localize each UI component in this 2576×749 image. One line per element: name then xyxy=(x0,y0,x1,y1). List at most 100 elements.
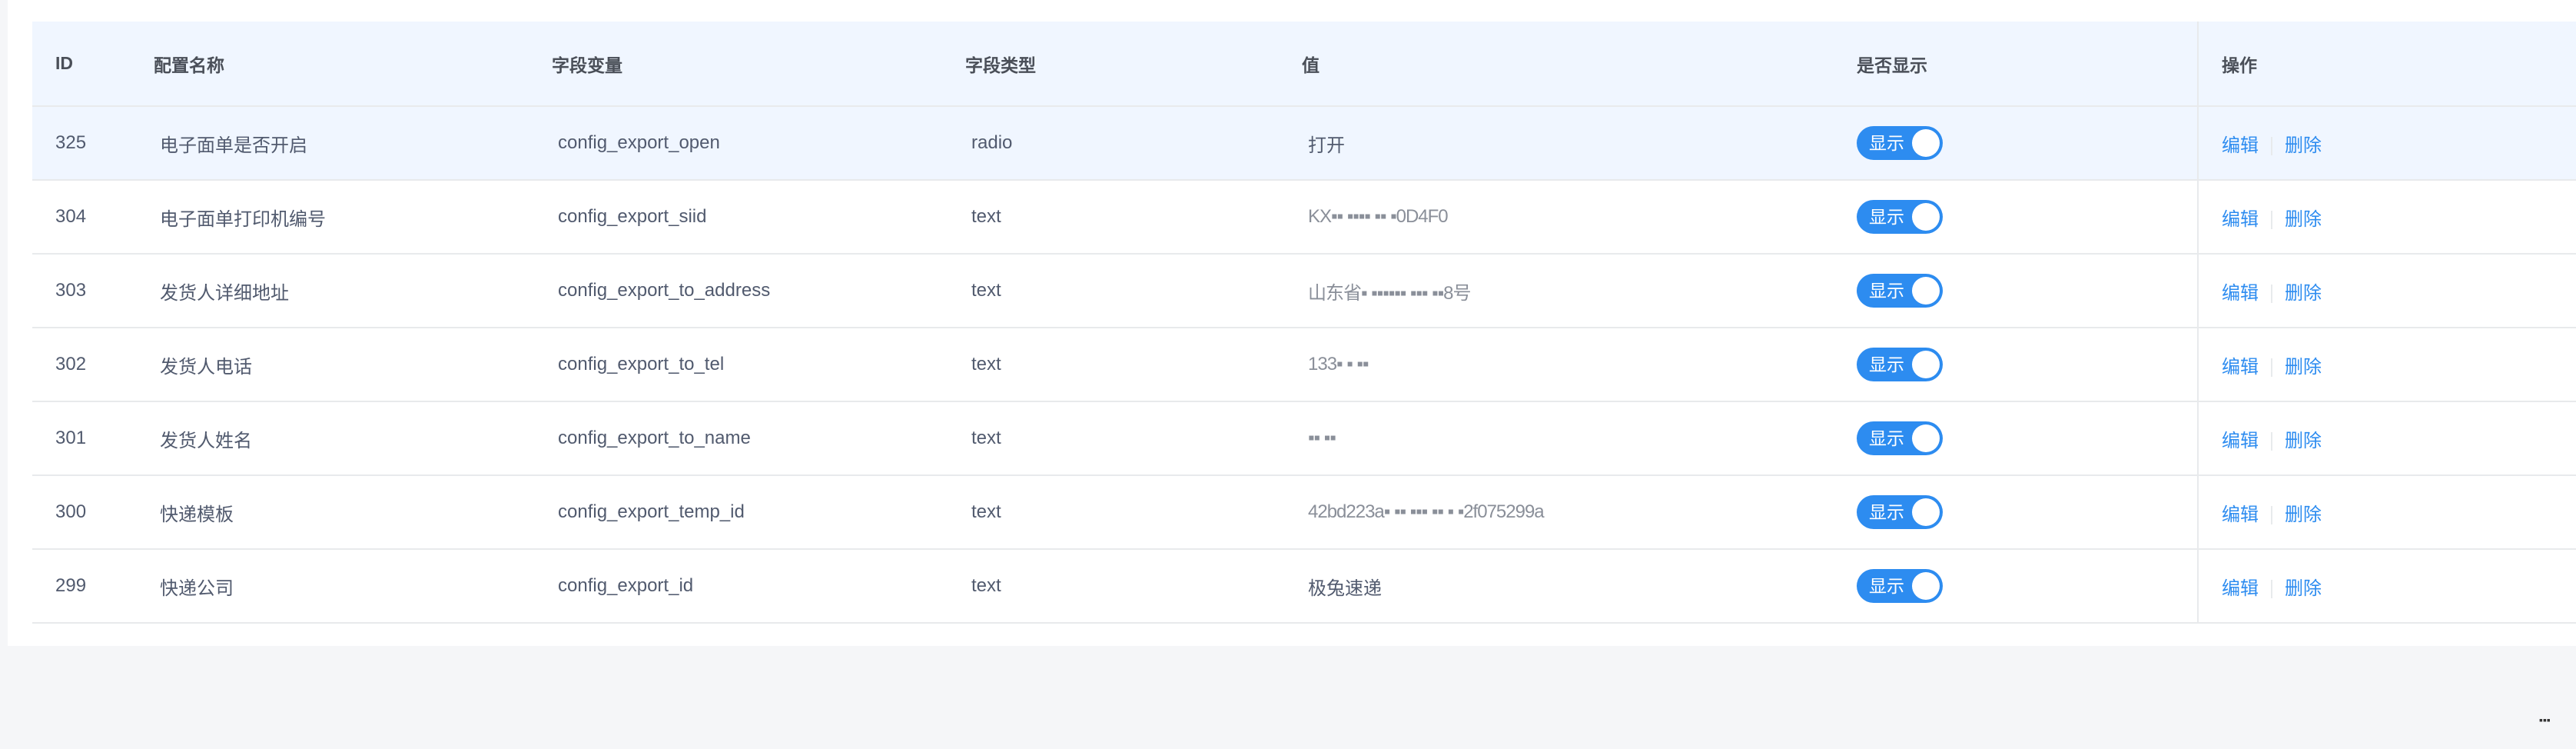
cell-var: config_export_id xyxy=(558,575,694,596)
toggle-label: 显示 xyxy=(1869,502,1904,522)
toggle-label: 显示 xyxy=(1869,133,1904,153)
cell-value: 打开 xyxy=(1308,135,1345,156)
show-toggle[interactable]: 显示 xyxy=(1857,274,1943,308)
delete-link[interactable]: 删除 xyxy=(2285,283,2322,304)
config-table: ID 配置名称 字段变量 字段类型 值 是否显示 操作 325 电子面单是否开启… xyxy=(32,22,2576,624)
divider xyxy=(2271,506,2272,525)
cell-operation: 编辑 删除 xyxy=(2197,254,2576,328)
divider xyxy=(2271,432,2272,451)
cell-value: KX▪▪ ▪▪▪▪ ▪▪ ▪0D4F0 xyxy=(1308,206,1449,227)
cell-name: 电子面单是否开启 xyxy=(160,135,307,156)
edit-link[interactable]: 编辑 xyxy=(2222,578,2259,599)
cell-var: config_export_to_name xyxy=(558,428,751,448)
header-show: 是否显示 xyxy=(1834,22,2198,107)
toggle-label: 显示 xyxy=(1869,281,1904,301)
cell-var: config_export_to_tel xyxy=(558,354,725,374)
cell-type: radio xyxy=(971,132,1013,153)
cell-var: config_export_siid xyxy=(558,206,707,227)
show-toggle[interactable]: 显示 xyxy=(1857,421,1943,455)
cell-show: 显示 xyxy=(1834,549,2198,623)
toggle-knob xyxy=(1912,424,1940,452)
cell-id: 301 xyxy=(55,428,87,448)
cell-operation: 编辑 删除 xyxy=(2197,549,2576,623)
cell-var: config_export_temp_id xyxy=(558,501,745,522)
cell-name: 发货人详细地址 xyxy=(160,282,289,304)
content-panel: ID 配置名称 字段变量 字段类型 值 是否显示 操作 325 电子面单是否开启… xyxy=(8,0,2576,646)
header-id: ID xyxy=(32,22,131,107)
show-toggle[interactable]: 显示 xyxy=(1857,348,1943,381)
table-row: 299 快递公司 config_export_id text 极兔速递 显示 编… xyxy=(32,549,2576,623)
toggle-knob xyxy=(1912,572,1940,600)
cell-operation: 编辑 删除 xyxy=(2197,328,2576,401)
cell-show: 显示 xyxy=(1834,180,2198,254)
edit-link[interactable]: 编辑 xyxy=(2222,504,2259,525)
edit-link[interactable]: 编辑 xyxy=(2222,209,2259,230)
cell-name: 电子面单打印机编号 xyxy=(160,208,326,230)
toggle-knob xyxy=(1912,129,1940,157)
config-table-wrapper: ID 配置名称 字段变量 字段类型 值 是否显示 操作 325 电子面单是否开启… xyxy=(32,22,2576,624)
cell-id: 302 xyxy=(55,354,87,374)
divider xyxy=(2271,285,2272,304)
toggle-knob xyxy=(1912,498,1940,526)
divider xyxy=(2271,580,2272,599)
cell-value: 山东省▪ ▪▪▪▪▪▪ ▪▪▪ ▪▪8号 xyxy=(1308,282,1471,304)
cell-var: config_export_to_address xyxy=(558,280,771,301)
edit-link[interactable]: 编辑 xyxy=(2222,431,2259,451)
cell-operation: 编辑 删除 xyxy=(2197,401,2576,475)
delete-link[interactable]: 删除 xyxy=(2285,357,2322,378)
cell-type: text xyxy=(971,280,1001,301)
cell-id: 303 xyxy=(55,280,87,301)
divider xyxy=(2271,358,2272,378)
cell-type: text xyxy=(971,428,1001,448)
cell-show: 显示 xyxy=(1834,475,2198,549)
edit-link[interactable]: 编辑 xyxy=(2222,357,2259,378)
table-row: 303 发货人详细地址 config_export_to_address tex… xyxy=(32,254,2576,328)
show-toggle[interactable]: 显示 xyxy=(1857,495,1943,529)
cell-id: 299 xyxy=(55,575,87,596)
toggle-label: 显示 xyxy=(1869,576,1904,596)
edit-link[interactable]: 编辑 xyxy=(2222,283,2259,304)
table-row: 325 电子面单是否开启 config_export_open radio 打开… xyxy=(32,106,2576,180)
cell-show: 显示 xyxy=(1834,254,2198,328)
cell-operation: 编辑 删除 xyxy=(2197,475,2576,549)
show-toggle[interactable]: 显示 xyxy=(1857,200,1943,234)
delete-link[interactable]: 删除 xyxy=(2285,431,2322,451)
delete-link[interactable]: 删除 xyxy=(2285,135,2322,156)
cell-show: 显示 xyxy=(1834,106,2198,180)
cell-show: 显示 xyxy=(1834,328,2198,401)
cell-var: config_export_open xyxy=(558,132,720,153)
cell-id: 300 xyxy=(55,501,87,522)
toggle-knob xyxy=(1912,351,1940,378)
delete-link[interactable]: 删除 xyxy=(2285,209,2322,230)
toggle-knob xyxy=(1912,203,1940,231)
header-name: 配置名称 xyxy=(131,22,529,107)
header-value: 值 xyxy=(1279,22,1834,107)
cell-name: 快递公司 xyxy=(160,578,234,599)
edit-link[interactable]: 编辑 xyxy=(2222,135,2259,156)
cell-id: 325 xyxy=(55,132,87,153)
table-row: 300 快递模板 config_export_temp_id text 42bd… xyxy=(32,475,2576,549)
delete-link[interactable]: 删除 xyxy=(2285,504,2322,525)
divider xyxy=(2271,211,2272,230)
cell-value: ▪▪ ▪▪ xyxy=(1308,428,1336,448)
cell-id: 304 xyxy=(55,206,87,227)
cell-operation: 编辑 删除 xyxy=(2197,106,2576,180)
cell-operation: 编辑 删除 xyxy=(2197,180,2576,254)
toggle-knob xyxy=(1912,277,1940,305)
divider xyxy=(2271,137,2272,156)
header-var: 字段变量 xyxy=(529,22,942,107)
cell-type: text xyxy=(971,501,1001,522)
cell-type: text xyxy=(971,354,1001,374)
cell-show: 显示 xyxy=(1834,401,2198,475)
cell-name: 发货人姓名 xyxy=(160,430,252,451)
table-row: 302 发货人电话 config_export_to_tel text 133▪… xyxy=(32,328,2576,401)
corner-mark: ▪▪▪ xyxy=(2539,714,2551,726)
toggle-label: 显示 xyxy=(1869,428,1904,448)
cell-name: 发货人电话 xyxy=(160,356,252,378)
show-toggle[interactable]: 显示 xyxy=(1857,569,1943,603)
table-row: 304 电子面单打印机编号 config_export_siid text KX… xyxy=(32,180,2576,254)
delete-link[interactable]: 删除 xyxy=(2285,578,2322,599)
header-operation: 操作 xyxy=(2197,22,2576,107)
header-type: 字段类型 xyxy=(942,22,1279,107)
show-toggle[interactable]: 显示 xyxy=(1857,126,1943,160)
